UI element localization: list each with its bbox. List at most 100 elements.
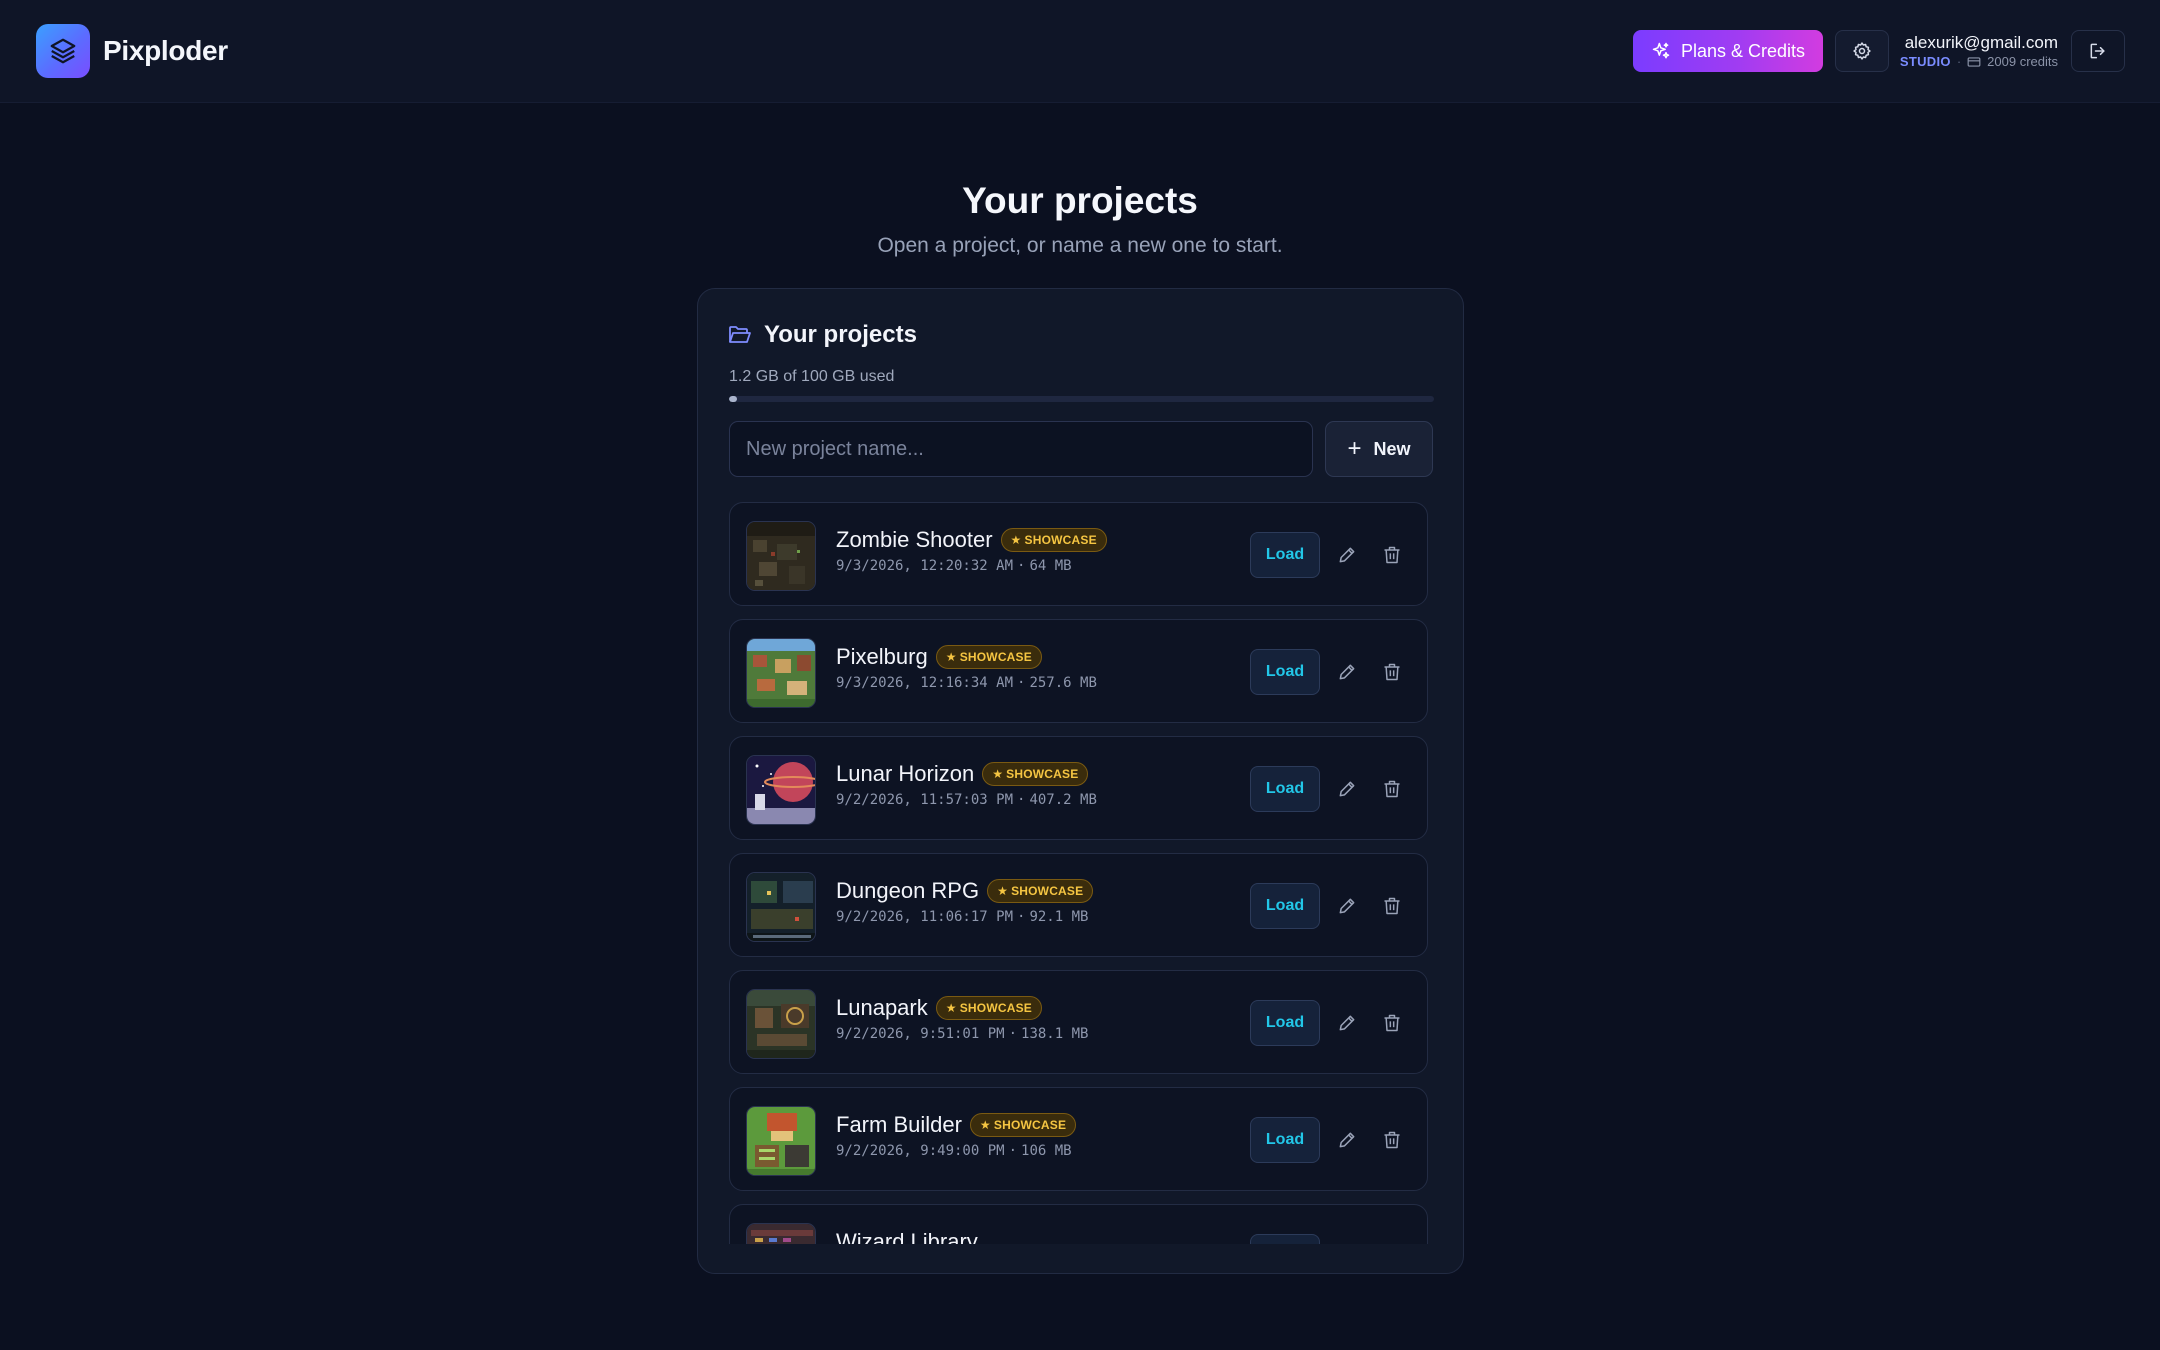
folder-open-icon <box>729 326 751 343</box>
load-button[interactable]: Load <box>1250 532 1320 578</box>
settings-button[interactable] <box>1835 30 1889 72</box>
showcase-badge: ★ SHOWCASE <box>987 879 1094 903</box>
logout-button[interactable] <box>2071 30 2125 72</box>
showcase-badge: ★ SHOWCASE <box>935 996 1042 1020</box>
project-row[interactable]: Lunapark ★ SHOWCASE 9/2/2026, 9:51:01 PM · 1… <box>729 970 1428 1074</box>
projects-panel: Your projects 1.2 GB of 100 GB used + Ne… <box>697 288 1464 1274</box>
credits-info: 2009 credits <box>1967 53 2058 70</box>
trash-icon <box>1384 663 1400 681</box>
trash-icon <box>1384 546 1400 564</box>
trash-icon <box>1384 897 1400 915</box>
project-name-line: Pixelburg ★ SHOWCASE <box>836 644 1042 670</box>
delete-button[interactable] <box>1375 1006 1409 1040</box>
project-name-line: Zombie Shooter ★ SHOWCASE <box>836 527 1107 553</box>
load-button[interactable]: Load <box>1250 649 1320 695</box>
project-thumbnail <box>746 521 816 591</box>
project-row[interactable]: Zombie Shooter ★ SHOWCASE 9/3/2026, 12:20:… <box>729 502 1428 606</box>
plus-icon: + <box>1347 435 1362 462</box>
plans-credits-button[interactable]: Plans & Credits <box>1633 30 1823 72</box>
project-row[interactable]: Pixelburg ★ SHOWCASE 9/3/2026, 12:16:34 AM… <box>729 619 1428 723</box>
project-name-line: Lunapark ★ SHOWCASE <box>836 995 1042 1021</box>
rename-button[interactable] <box>1330 1123 1364 1157</box>
project-meta: 9/3/2026, 12:16:34 AM · 257.6 MB <box>836 675 1097 691</box>
project-size: 407.2 MB <box>1029 792 1097 808</box>
delete-button[interactable] <box>1375 538 1409 572</box>
project-size: 257.6 MB <box>1029 675 1097 691</box>
storage-progress-bar <box>729 396 1434 402</box>
load-button[interactable]: Load <box>1250 1000 1320 1046</box>
star-icon: ★ <box>945 650 957 664</box>
project-row[interactable]: Farm Builder ★ SHOWCASE 9/2/2026, 9:49:00 … <box>729 1087 1428 1191</box>
project-row[interactable]: Dungeon RPG ★ SHOWCASE 9/2/2026, 11:06:17 … <box>729 853 1428 957</box>
plans-credits-label: Plans & Credits <box>1680 40 1806 61</box>
pencil-icon <box>1339 1015 1355 1031</box>
pencil-icon <box>1339 547 1355 563</box>
load-button[interactable]: Load <box>1250 883 1320 929</box>
project-thumbnail <box>746 638 816 708</box>
project-row[interactable]: Lunar Horizon ★ SHOWCASE 9/2/2026, 11:57:0… <box>729 736 1428 840</box>
delete-button[interactable] <box>1375 772 1409 806</box>
project-thumbnail <box>746 872 816 942</box>
plan-badge: STUDIO <box>1899 54 1951 69</box>
showcase-badge: ★ SHOWCASE <box>969 1113 1077 1137</box>
load-button[interactable]: Load <box>1250 766 1320 812</box>
project-date: 9/3/2026, 12:16:34 AM <box>836 675 1014 691</box>
storage-usage-label: 1.2 GB of 100 GB used <box>729 368 895 385</box>
meta-separator: · <box>1956 54 1962 69</box>
showcase-badge: ★ SHOWCASE <box>1000 528 1107 552</box>
project-meta: 9/3/2026, 12:20:32 AM · 64 MB <box>836 558 1072 574</box>
project-date: 9/3/2026, 12:20:32 AM <box>836 558 1014 574</box>
new-project-name-input[interactable] <box>729 421 1313 477</box>
trash-icon <box>1384 1014 1400 1032</box>
rename-button[interactable] <box>1330 1006 1364 1040</box>
project-meta: 9/2/2026, 9:49:00 PM · 106 MB <box>836 1143 1072 1159</box>
project-meta: 9/2/2026, 11:57:03 PM · 407.2 MB <box>836 792 1097 808</box>
user-email: alexurik@gmail.com <box>1904 33 2058 52</box>
logout-icon <box>2090 43 2105 59</box>
project-name: Dungeon RPG <box>836 878 980 903</box>
star-icon: ★ <box>1010 533 1022 547</box>
star-icon: ★ <box>992 767 1004 781</box>
delete-button[interactable] <box>1375 1123 1409 1157</box>
project-name-line: Farm Builder ★ SHOWCASE <box>836 1112 1077 1138</box>
project-size: 92.1 MB <box>1029 909 1089 925</box>
delete-button[interactable] <box>1375 889 1409 923</box>
panel-title: Your projects <box>764 321 917 348</box>
load-button[interactable] <box>1250 1234 1320 1244</box>
new-project-button[interactable]: + New <box>1325 421 1433 477</box>
project-name-line: Lunar Horizon ★ SHOWCASE <box>836 761 1089 787</box>
rename-button[interactable] <box>1330 889 1364 923</box>
pencil-icon <box>1339 898 1355 914</box>
new-project-label: New <box>1373 438 1411 459</box>
rename-button[interactable] <box>1330 772 1364 806</box>
rename-button[interactable] <box>1330 655 1364 689</box>
project-row[interactable]: Wizard Library <box>729 1204 1428 1244</box>
project-date: 9/2/2026, 9:51:01 PM <box>836 1026 1005 1042</box>
project-date: 9/2/2026, 11:57:03 PM <box>836 792 1014 808</box>
project-thumbnail <box>746 1106 816 1176</box>
delete-button[interactable] <box>1375 655 1409 689</box>
sparkles-icon <box>1652 42 1670 59</box>
trash-icon <box>1384 780 1400 798</box>
credits-label: 2009 credits <box>1987 54 2058 69</box>
user-meta: STUDIO · 2009 credits <box>1900 53 2058 70</box>
brand[interactable]: Pixploder <box>36 24 228 78</box>
project-size: 106 MB <box>1021 1143 1072 1159</box>
project-list[interactable]: Zombie Shooter ★ SHOWCASE 9/3/2026, 12:20:… <box>729 502 1434 1244</box>
project-name-line: Dungeon RPG ★ SHOWCASE <box>836 878 1094 904</box>
showcase-badge: ★ SHOWCASE <box>982 762 1089 786</box>
project-name-line: Wizard Library <box>836 1229 978 1244</box>
project-name: Farm Builder <box>836 1112 962 1137</box>
storage-progress-fill <box>729 396 738 402</box>
panel-header: Your projects <box>728 321 917 349</box>
project-name: Pixelburg <box>836 644 928 669</box>
project-size: 64 MB <box>1029 558 1072 574</box>
load-button[interactable]: Load <box>1250 1117 1320 1163</box>
showcase-badge: ★ SHOWCASE <box>935 645 1042 669</box>
pencil-icon <box>1339 664 1355 680</box>
trash-icon <box>1384 1131 1400 1149</box>
pencil-icon <box>1339 781 1355 797</box>
project-meta: 9/2/2026, 9:51:01 PM · 138.1 MB <box>836 1026 1089 1042</box>
page-subtitle: Open a project, or name a new one to sta… <box>877 234 1283 257</box>
rename-button[interactable] <box>1330 538 1364 572</box>
